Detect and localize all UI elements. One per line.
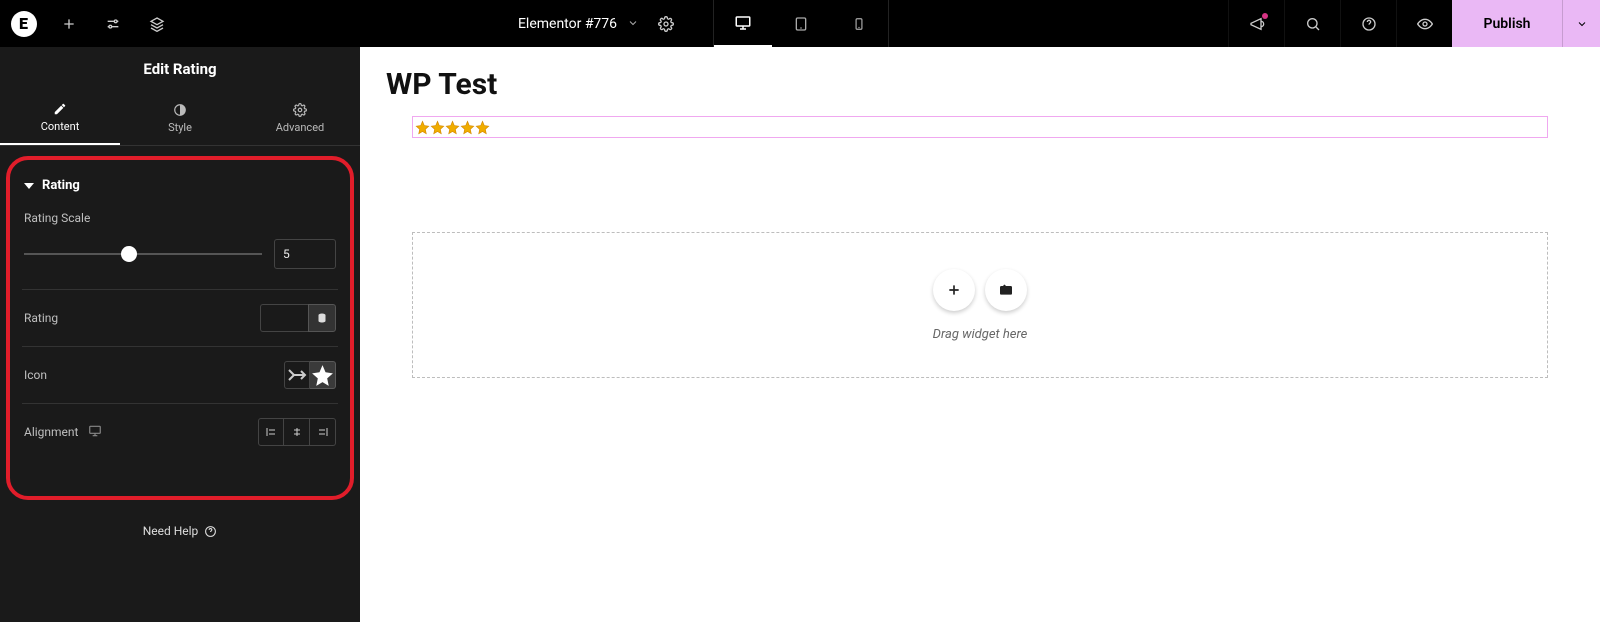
section-rating-toggle[interactable]: Rating bbox=[22, 174, 338, 211]
help-icon[interactable] bbox=[1340, 0, 1396, 47]
announcements-icon[interactable] bbox=[1228, 0, 1284, 47]
section-rating-title: Rating bbox=[42, 178, 80, 193]
alignment-label: Alignment bbox=[24, 424, 102, 441]
elementor-logo[interactable]: E bbox=[0, 0, 47, 47]
rating-scale-slider[interactable] bbox=[24, 247, 262, 261]
need-help-link[interactable]: Need Help bbox=[0, 500, 360, 562]
responsive-desktop-icon[interactable] bbox=[88, 424, 102, 441]
page-heading: WP Test bbox=[360, 47, 1600, 116]
device-desktop-button[interactable] bbox=[714, 0, 772, 47]
align-right-button[interactable] bbox=[310, 418, 336, 446]
doc-title-chevron-icon[interactable] bbox=[627, 14, 639, 33]
document-title[interactable]: Elementor #776 bbox=[518, 16, 617, 32]
preview-icon[interactable] bbox=[1396, 0, 1452, 47]
icon-option-star[interactable] bbox=[310, 361, 336, 389]
publish-options-chevron-icon[interactable] bbox=[1562, 0, 1600, 47]
add-template-button[interactable] bbox=[985, 269, 1027, 311]
notification-dot-icon bbox=[1262, 13, 1268, 19]
device-tablet-button[interactable] bbox=[772, 0, 830, 47]
panel-title: Edit Rating bbox=[0, 47, 360, 91]
publish-button[interactable]: Publish bbox=[1452, 0, 1562, 47]
rating-dynamic-tag-button[interactable] bbox=[308, 304, 336, 332]
tab-style-label: Style bbox=[168, 121, 192, 134]
star-icon bbox=[475, 120, 490, 135]
star-icon bbox=[430, 120, 445, 135]
add-button[interactable] bbox=[47, 0, 91, 47]
align-center-button[interactable] bbox=[284, 418, 310, 446]
rating-widget[interactable] bbox=[412, 116, 1548, 138]
search-icon[interactable] bbox=[1284, 0, 1340, 47]
tab-content[interactable]: Content bbox=[0, 91, 120, 145]
page-settings-gear-icon[interactable] bbox=[649, 0, 683, 47]
rating-value-input[interactable] bbox=[260, 304, 308, 332]
star-icon bbox=[445, 120, 460, 135]
device-mobile-button[interactable] bbox=[830, 0, 888, 47]
star-icon bbox=[415, 120, 430, 135]
tab-style[interactable]: Style bbox=[120, 91, 240, 145]
drop-zone-text: Drag widget here bbox=[933, 327, 1028, 342]
tab-advanced[interactable]: Advanced bbox=[240, 91, 360, 145]
settings-sliders-icon[interactable] bbox=[91, 0, 135, 47]
layers-icon[interactable] bbox=[135, 0, 179, 47]
drop-zone[interactable]: Drag widget here bbox=[412, 232, 1548, 378]
tab-advanced-label: Advanced bbox=[276, 121, 324, 134]
icon-option-none[interactable] bbox=[284, 361, 310, 389]
rating-scale-value-input[interactable]: 5 bbox=[274, 239, 336, 269]
caret-down-icon bbox=[24, 183, 34, 189]
star-icon bbox=[460, 120, 475, 135]
align-left-button[interactable] bbox=[258, 418, 284, 446]
tab-content-label: Content bbox=[41, 120, 80, 133]
icon-label: Icon bbox=[24, 368, 47, 382]
add-widget-button[interactable] bbox=[933, 269, 975, 311]
rating-label: Rating bbox=[24, 311, 58, 325]
rating-scale-label: Rating Scale bbox=[24, 211, 336, 225]
rating-controls-group: Rating Rating Scale 5 bbox=[6, 156, 354, 500]
